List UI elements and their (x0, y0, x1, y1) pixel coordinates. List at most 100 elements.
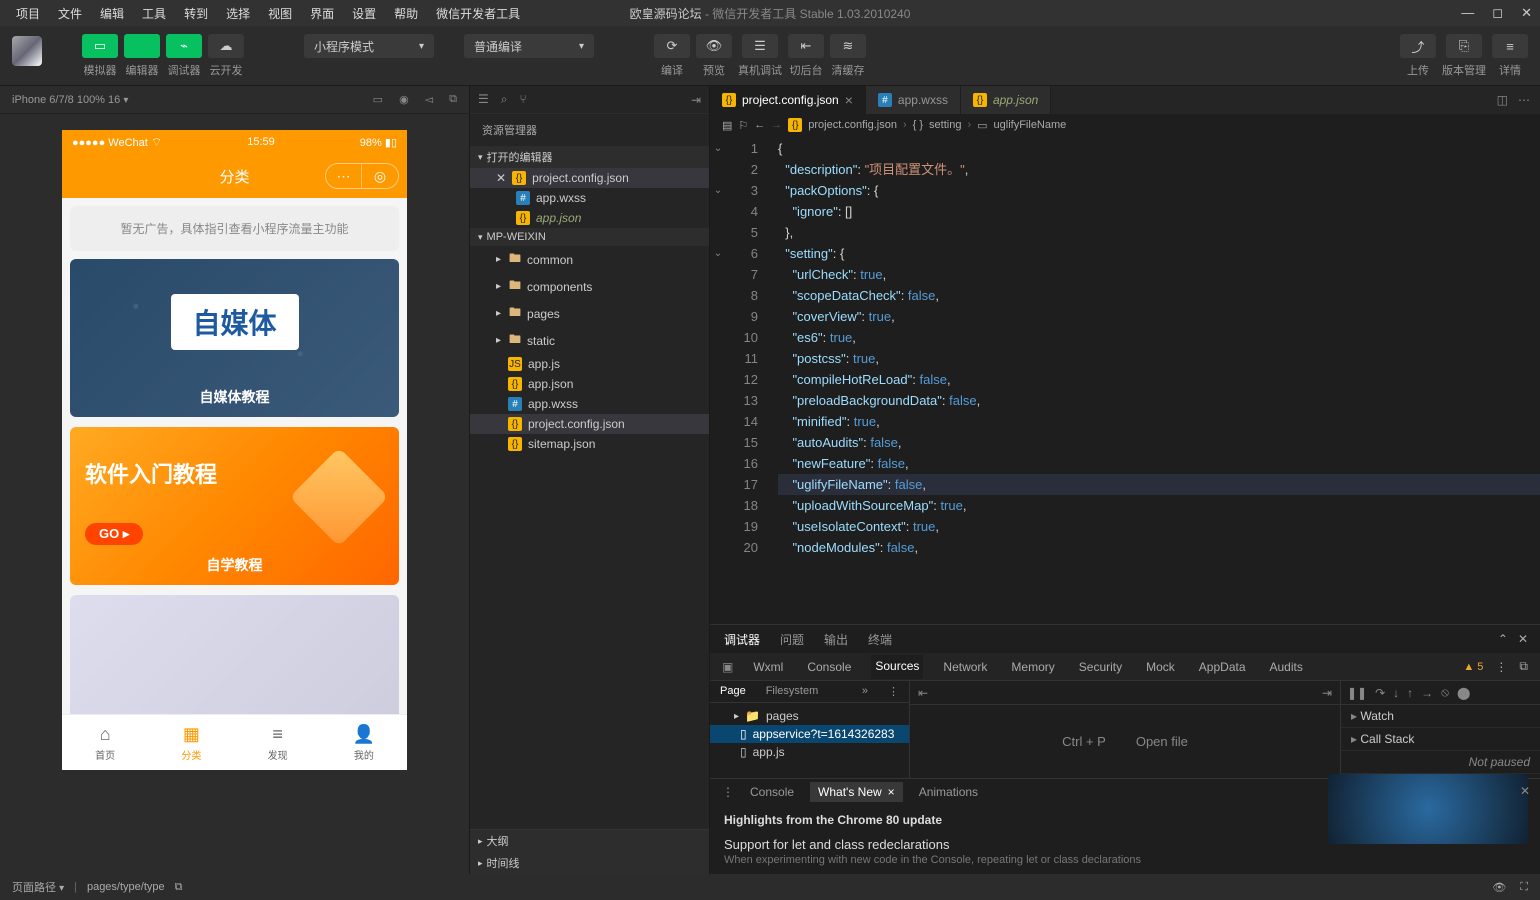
tb-切后台[interactable]: ⇤切后台 (788, 34, 824, 78)
avatar[interactable] (12, 36, 42, 66)
pause-icon[interactable]: ❚❚ (1347, 686, 1367, 700)
close-panel-icon[interactable]: ✕ (1518, 632, 1528, 646)
menu-文件[interactable]: 文件 (50, 3, 90, 24)
tree-item[interactable]: ▸🖿common (470, 246, 709, 273)
timeline-section[interactable]: 时间线 (470, 852, 709, 874)
eye-icon[interactable]: 👁 (1492, 881, 1506, 894)
card-media[interactable]: 自媒体 自媒体教程 (70, 259, 399, 417)
step-over-icon[interactable]: ↷ (1375, 686, 1385, 700)
tree-item[interactable]: ▸🖿components (470, 273, 709, 300)
expand-icon[interactable]: ⌃ (1498, 632, 1508, 646)
tb-编辑器[interactable]: 编辑器 (124, 34, 160, 78)
open-file[interactable]: #app.wxss (470, 188, 709, 208)
dbg-section-Watch[interactable]: Watch (1341, 705, 1540, 728)
tree-item[interactable]: {}sitemap.json (470, 434, 709, 454)
list-icon[interactable]: ☰ (478, 92, 489, 107)
tb-调试器[interactable]: ⌁调试器 (166, 34, 202, 78)
step-icon[interactable]: → (1421, 686, 1433, 700)
tb-真机调试[interactable]: ☰真机调试 (738, 34, 782, 78)
dp-tab-问题[interactable]: 问题 (778, 627, 806, 652)
tree-item[interactable]: #app.wxss (470, 394, 709, 414)
prev-icon[interactable]: ⇤ (918, 686, 928, 700)
menu-编辑[interactable]: 编辑 (92, 3, 132, 24)
menu-微信开发者工具[interactable]: 微信开发者工具 (428, 3, 528, 24)
device-select[interactable]: iPhone 6/7/8 100% 16 ▾ (12, 94, 128, 106)
inspect-icon[interactable]: ▣ (722, 660, 733, 674)
dbg-section-Call Stack[interactable]: Call Stack (1341, 728, 1540, 751)
copy-path-icon[interactable]: ⧉ (175, 881, 183, 894)
kebab-icon[interactable]: ⋮ (1495, 660, 1507, 674)
src-tree-item[interactable]: ▸📁pages (710, 707, 909, 725)
kebab-icon[interactable]: ⋮ (878, 681, 909, 702)
tb-清缓存[interactable]: ≋清缓存 (830, 34, 866, 78)
expand-icon[interactable]: ⛶ (1520, 881, 1528, 894)
src-tree-item[interactable]: ▯appservice?t=1614326283 (710, 725, 909, 743)
tb-模拟器[interactable]: ▭模拟器 (82, 34, 118, 78)
kebab-icon[interactable]: ⋮ (722, 785, 734, 799)
outline-section[interactable]: 大纲 (470, 830, 709, 852)
menu-视图[interactable]: 视图 (260, 3, 300, 24)
devtab-Memory[interactable]: Memory (1007, 656, 1058, 678)
devtab-Security[interactable]: Security (1075, 656, 1126, 678)
project-section[interactable]: MP-WEIXIN (470, 228, 709, 246)
editor-tab[interactable]: {}project.config.json× (710, 86, 866, 114)
menu-项目[interactable]: 项目 (8, 3, 48, 24)
maximize-icon[interactable]: ◻ (1492, 5, 1503, 21)
tree-item[interactable]: {}app.json (470, 374, 709, 394)
tree-item[interactable]: ▸🖿static (470, 327, 709, 354)
card-tutorial[interactable]: 软件入门教程 GO ▸ 自学教程 (70, 427, 399, 585)
next-icon[interactable]: ⇥ (1322, 686, 1332, 700)
tabbar-分类[interactable]: ▦分类 (148, 715, 234, 770)
split-icon[interactable]: ◫ (1497, 93, 1508, 107)
stop-icon[interactable]: ⬤ (1457, 686, 1470, 700)
devtab-Wxml[interactable]: Wxml (749, 656, 787, 678)
minimize-icon[interactable]: — (1461, 5, 1474, 21)
tb-版本管理[interactable]: ⎘版本管理 (1442, 34, 1486, 78)
console-tab-Animations[interactable]: Animations (919, 785, 978, 799)
menu-转到[interactable]: 转到 (176, 3, 216, 24)
devtab-Network[interactable]: Network (939, 656, 991, 678)
tree-item[interactable]: JSapp.js (470, 354, 709, 374)
devtab-Console[interactable]: Console (803, 656, 855, 678)
bookmark-icon[interactable]: ⚐ (738, 119, 748, 132)
device-icon[interactable]: ▭ (373, 93, 383, 106)
page-path-label[interactable]: 页面路径 ▾ (12, 879, 64, 895)
editor-tab[interactable]: #app.wxss (866, 86, 961, 114)
collapse-icon[interactable]: ⇥ (691, 93, 701, 107)
open-file[interactable]: {}app.json (470, 208, 709, 228)
dp-tab-终端[interactable]: 终端 (866, 627, 894, 652)
src-tab-Page[interactable]: Page (710, 681, 756, 702)
menu-设置[interactable]: 设置 (344, 3, 384, 24)
tb-详情[interactable]: ≡详情 (1492, 34, 1528, 78)
devtab-AppData[interactable]: AppData (1195, 656, 1250, 678)
devtab-Audits[interactable]: Audits (1266, 656, 1307, 678)
more-icon[interactable]: ⋯ (1518, 93, 1530, 107)
search-icon[interactable]: ⌕ (501, 92, 508, 107)
deactivate-icon[interactable]: ⦸ (1441, 685, 1449, 700)
tb-上传[interactable]: ⤴上传 (1400, 34, 1436, 78)
step-into-icon[interactable]: ↓ (1393, 686, 1399, 700)
capsule[interactable]: ⋯◎ (325, 163, 399, 189)
more-icon[interactable]: » (852, 681, 878, 702)
tb-云开发[interactable]: ☁云开发 (208, 34, 244, 78)
mode-select[interactable]: 小程序模式▾ (304, 34, 434, 58)
src-tab-Filesystem[interactable]: Filesystem (756, 681, 829, 702)
devtab-Sources[interactable]: Sources (871, 655, 923, 679)
menu-帮助[interactable]: 帮助 (386, 3, 426, 24)
open-file[interactable]: ✕{}project.config.json (470, 168, 709, 188)
dp-tab-输出[interactable]: 输出 (822, 627, 850, 652)
editor-tab[interactable]: {}app.json (961, 86, 1051, 114)
dock-icon[interactable]: ⧉ (1519, 659, 1528, 674)
step-out-icon[interactable]: ↑ (1407, 686, 1413, 700)
menu-工具[interactable]: 工具 (134, 3, 174, 24)
menu-界面[interactable]: 界面 (302, 3, 342, 24)
send-icon[interactable]: ◅ (425, 93, 433, 106)
close-icon[interactable]: ✕ (1521, 5, 1532, 21)
card-tech[interactable]: 实用技术 (70, 595, 399, 714)
branch-icon[interactable]: ⑂ (520, 92, 527, 107)
src-tree-item[interactable]: ▯app.js (710, 743, 909, 761)
tb-编译[interactable]: ⟳编译 (654, 34, 690, 78)
tabbar-我的[interactable]: 👤我的 (321, 715, 407, 770)
devtab-Mock[interactable]: Mock (1142, 656, 1179, 678)
copy-icon[interactable]: ⧉ (449, 93, 457, 106)
